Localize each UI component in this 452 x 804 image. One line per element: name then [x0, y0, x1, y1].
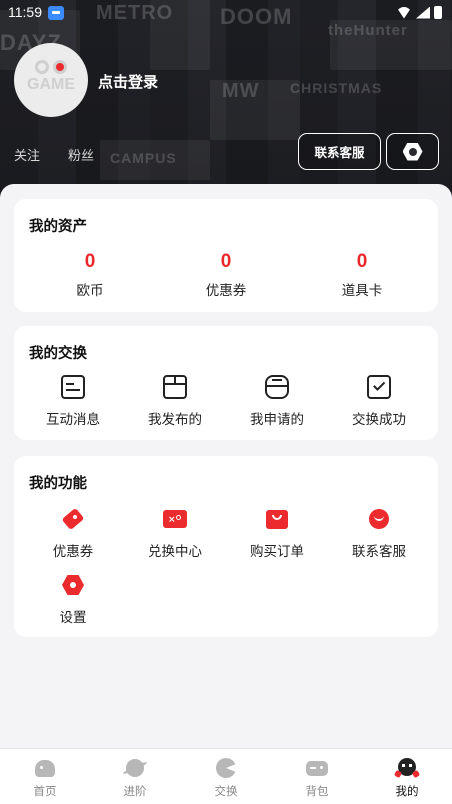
- tab-label: 背包: [305, 784, 329, 798]
- exchange-title: 我的交换: [29, 346, 87, 362]
- box-icon: [162, 374, 188, 400]
- exchange-item-success[interactable]: 交换成功: [329, 374, 429, 428]
- login-link[interactable]: 点击登录: [98, 71, 158, 92]
- package-icon: [264, 374, 290, 400]
- function-item-label: 兑换中心: [148, 544, 202, 560]
- tab-exchange[interactable]: 交换: [181, 749, 271, 804]
- function-item-orders[interactable]: 购买订单: [227, 506, 327, 560]
- tab-label: 我的: [395, 784, 419, 798]
- exchange-item-published[interactable]: 我发布的: [125, 374, 225, 428]
- coupon-tag-icon: [60, 506, 86, 532]
- exchange-item-label: 我发布的: [148, 412, 202, 428]
- exchange-item-applied[interactable]: 我申请的: [227, 374, 327, 428]
- avatar-logo-text: GAME: [27, 76, 75, 93]
- settings-hexagon-icon: [60, 572, 86, 598]
- gamepad-icon: [305, 757, 329, 779]
- function-item-settings[interactable]: 设置: [23, 572, 123, 626]
- exchange-item-messages[interactable]: 互动消息: [23, 374, 123, 428]
- cellular-signal-icon: [416, 6, 430, 19]
- exchange-card: 我的交换 互动消息 我发布的 我申请的 交换成功: [14, 326, 438, 440]
- pacman-icon: [214, 757, 238, 779]
- tab-label: 交换: [214, 784, 238, 798]
- tab-advance[interactable]: 进阶: [90, 749, 180, 804]
- avatar-game-logo-icon: GAME: [23, 60, 79, 100]
- tab-label: 首页: [33, 784, 57, 798]
- asset-prop-cards[interactable]: 0 道具卡: [312, 251, 412, 299]
- status-bar: 11:59: [0, 0, 452, 26]
- asset-coupons-label: 优惠券: [205, 283, 247, 299]
- asset-coupons-value: 0: [220, 251, 232, 272]
- wifi-icon: [396, 6, 412, 19]
- home-icon: [33, 757, 57, 779]
- bottom-nav: 首页 进阶 交换 背包 我的: [0, 748, 452, 804]
- notification-app-icon: [48, 6, 64, 20]
- follow-count-link[interactable]: 关注: [14, 145, 40, 164]
- hexagon-settings-icon: [402, 142, 423, 161]
- tab-home[interactable]: 首页: [0, 749, 90, 804]
- function-item-label: 设置: [59, 610, 87, 626]
- function-item-label: 优惠券: [52, 544, 94, 560]
- asset-prop-cards-label: 道具卡: [341, 283, 383, 299]
- check-box-icon: [366, 374, 392, 400]
- exchange-ticket-icon: ×: [162, 506, 188, 532]
- system-indicators: [396, 6, 442, 19]
- function-item-exchange-center[interactable]: × 兑换中心: [125, 506, 225, 560]
- support-face-icon: [366, 506, 392, 532]
- function-item-coupons[interactable]: 优惠券: [23, 506, 123, 560]
- battery-icon: [434, 6, 442, 19]
- exchange-item-label: 交换成功: [352, 412, 406, 428]
- message-icon: [60, 374, 86, 400]
- exchange-item-label: 我申请的: [250, 412, 304, 428]
- functions-card: 我的功能 优惠券 × 兑换中心 购买订单 联系客服 设置: [14, 456, 438, 637]
- assets-title: 我的资产: [29, 219, 87, 235]
- contact-service-button[interactable]: 联系客服: [298, 133, 381, 170]
- function-item-label: 购买订单: [250, 544, 304, 560]
- asset-prop-cards-value: 0: [356, 251, 368, 272]
- tab-label: 进阶: [123, 784, 147, 798]
- tab-mine[interactable]: 我的: [362, 749, 452, 804]
- function-item-label: 联系客服: [352, 544, 406, 560]
- asset-coins[interactable]: 0 欧币: [40, 251, 140, 299]
- asset-coins-value: 0: [84, 251, 96, 272]
- fans-count-link[interactable]: 粉丝: [68, 145, 94, 164]
- assets-card: 我的资产 0 欧币 0 优惠券 0 道具卡: [14, 199, 438, 312]
- mascot-icon: [393, 757, 421, 779]
- settings-button[interactable]: [386, 133, 439, 170]
- status-time: 11:59: [8, 4, 42, 20]
- asset-coins-label: 欧币: [76, 283, 104, 299]
- content-sheet: 我的资产 0 欧币 0 优惠券 0 道具卡 我的交换 互动消息 我发布的 我申请…: [0, 184, 452, 754]
- tab-backpack[interactable]: 背包: [272, 749, 362, 804]
- function-item-service[interactable]: 联系客服: [329, 506, 429, 560]
- shopping-bag-icon: [264, 506, 290, 532]
- avatar[interactable]: GAME: [14, 43, 88, 117]
- asset-coupons[interactable]: 0 优惠券: [176, 251, 276, 299]
- functions-title: 我的功能: [29, 476, 87, 492]
- planet-icon: [122, 757, 148, 779]
- exchange-item-label: 互动消息: [46, 412, 100, 428]
